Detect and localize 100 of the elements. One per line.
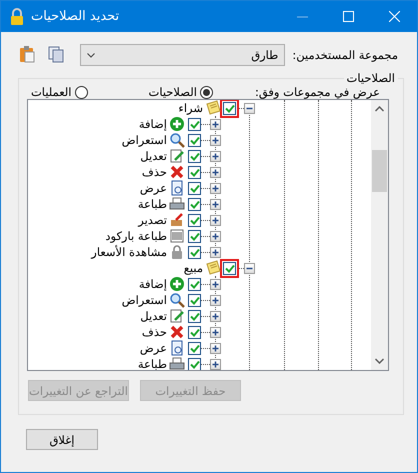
collapse-toggle[interactable] [244, 102, 255, 114]
expand-toggle[interactable] [210, 342, 221, 354]
plus-icon [211, 296, 220, 304]
plus-circle-icon [169, 276, 185, 292]
tree-item[interactable]: حذف [142, 164, 167, 180]
checkbox[interactable] [188, 118, 201, 130]
checkbox[interactable] [188, 150, 201, 162]
tree-item[interactable]: طباعة باركود [105, 228, 167, 244]
expand-toggle[interactable] [210, 214, 221, 226]
expand-toggle[interactable] [210, 118, 221, 130]
printer-icon [169, 196, 185, 212]
checkbox[interactable] [188, 342, 201, 354]
search-icon [169, 292, 185, 308]
edit-icon [169, 308, 185, 324]
scrollbar-thumb[interactable] [372, 150, 387, 192]
checkbox[interactable] [188, 358, 201, 370]
checkbox[interactable] [188, 182, 201, 194]
checkmark-icon [224, 104, 234, 112]
checkmark-icon [224, 264, 234, 272]
chevron-down-icon [87, 52, 96, 58]
expand-toggle[interactable] [210, 134, 221, 146]
close-icon [388, 11, 400, 22]
user-group-dropdown[interactable]: طارق [80, 44, 286, 66]
expand-toggle[interactable] [210, 182, 221, 194]
maximize-icon [342, 11, 354, 22]
plus-icon [211, 168, 220, 176]
checkbox[interactable] [188, 134, 201, 146]
document-icon [169, 180, 185, 196]
plus-icon [211, 360, 220, 368]
plus-icon [211, 152, 220, 160]
expand-toggle[interactable] [210, 246, 221, 258]
note-icon [205, 260, 221, 276]
checkbox[interactable] [188, 166, 201, 178]
tree-item[interactable]: شراء [178, 100, 203, 116]
search-icon [169, 132, 185, 148]
tree-item[interactable]: عرض [140, 340, 167, 356]
plus-icon [211, 200, 220, 208]
minimize-icon [296, 16, 308, 18]
lock-icon [9, 8, 25, 26]
tree-item[interactable]: مشاهدة الأسعار [91, 244, 167, 260]
permissions-legend: الصلاحيات [344, 71, 398, 85]
expand-toggle[interactable] [210, 310, 221, 322]
expand-toggle[interactable] [210, 278, 221, 290]
tree-item[interactable]: عرض [140, 180, 167, 196]
tree-item[interactable]: تصدير [138, 212, 167, 228]
plus-icon [211, 248, 220, 256]
tree-item[interactable]: مبيع [184, 260, 203, 276]
tree-item[interactable]: طباعة [138, 196, 167, 212]
export-icon [169, 212, 185, 228]
checkbox[interactable] [188, 230, 201, 242]
note-icon [205, 100, 221, 116]
document-icon [169, 340, 185, 356]
edit-icon [169, 148, 185, 164]
barcode-icon [169, 228, 185, 244]
expand-toggle[interactable] [210, 198, 221, 210]
window-title: تحديد الصلاحيات [31, 9, 120, 24]
checkbox[interactable] [188, 246, 201, 258]
expand-toggle[interactable] [210, 294, 221, 306]
view-by-label: عرض في مجموعات وفق: [254, 85, 380, 99]
plus-icon [211, 328, 220, 336]
plus-icon [211, 216, 220, 224]
checkbox[interactable] [188, 278, 201, 290]
expand-toggle[interactable] [210, 358, 221, 370]
tree-item[interactable]: طباعة [138, 356, 167, 370]
checkbox[interactable] [188, 214, 201, 226]
delete-icon [169, 164, 185, 180]
plus-icon [211, 136, 220, 144]
lock-icon [169, 244, 185, 260]
plus-circle-icon [169, 116, 185, 132]
radio-option[interactable]: العمليات [30, 85, 88, 99]
chevron-up-icon [375, 106, 384, 112]
tree-item[interactable]: تعديل [140, 308, 167, 324]
tree-item[interactable]: إضافة [138, 116, 167, 132]
plus-icon [211, 280, 220, 288]
scrollbar[interactable] [371, 100, 388, 370]
checkbox[interactable] [188, 310, 201, 322]
tree-item[interactable]: تعديل [140, 148, 167, 164]
checkbox[interactable] [223, 102, 236, 114]
user-group-label: مجموعة المستخدمين: [292, 48, 398, 62]
tree-item[interactable]: استعراض [122, 132, 167, 148]
expand-toggle[interactable] [210, 150, 221, 162]
checkbox[interactable] [223, 262, 236, 274]
checkbox[interactable] [188, 198, 201, 210]
tree-item[interactable]: حذف [142, 324, 167, 340]
checkbox[interactable] [188, 294, 201, 306]
collapse-toggle[interactable] [244, 262, 255, 274]
plus-icon [211, 312, 220, 320]
expand-toggle[interactable] [210, 166, 221, 178]
plus-icon [211, 232, 220, 240]
expand-toggle[interactable] [210, 230, 221, 242]
tree-item[interactable]: استعراض [122, 292, 167, 308]
chevron-down-icon [375, 358, 384, 364]
close-dialog-button[interactable]: إغلاق [26, 429, 98, 450]
checkbox[interactable] [188, 326, 201, 338]
plus-icon [211, 120, 220, 128]
expand-toggle[interactable] [210, 326, 221, 338]
plus-icon [211, 184, 220, 192]
plus-icon [211, 344, 220, 352]
tree-item[interactable]: إضافة [138, 276, 167, 292]
radio-option[interactable]: الصلاحيات [148, 85, 213, 99]
